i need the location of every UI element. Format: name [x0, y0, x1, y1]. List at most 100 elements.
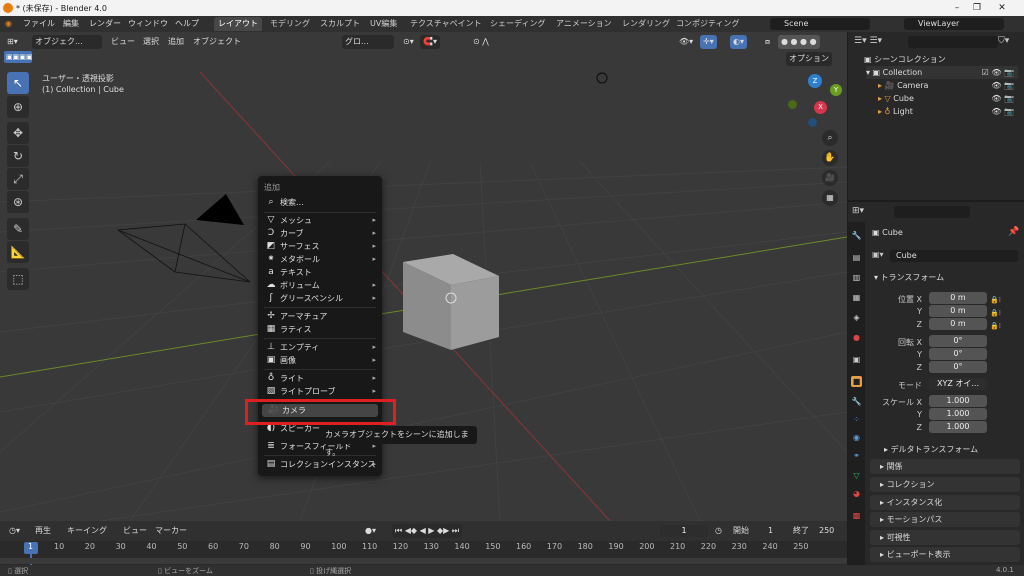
rotation-x-field[interactable]: 0° — [929, 335, 987, 347]
scene-selector[interactable]: Scene — [770, 18, 870, 30]
workspace-tab-rendering[interactable]: レンダリング — [618, 17, 674, 31]
move-tool-icon[interactable]: ✥ — [7, 122, 29, 144]
add-menu-item-volume[interactable]: ☁ ボリューム ▸ — [260, 279, 380, 292]
workspace-tab-texture-paint[interactable]: テクスチャペイント — [406, 17, 486, 31]
panel-instancing[interactable]: ▸ インスタンス化 — [870, 495, 1020, 510]
outliner-row-collection[interactable]: ▾ ▣ Collection ☑ 👁 📷 — [866, 66, 1018, 79]
visibility-icons[interactable]: 👁 📷 — [991, 92, 1014, 105]
render-tab-icon[interactable]: ▤ — [851, 252, 862, 263]
add-menu-item-search[interactable]: ⌕ 検索... — [260, 196, 380, 209]
add-menu-item-armature[interactable]: ✢ アーマチュア — [260, 310, 380, 323]
panel-motion-paths[interactable]: ▸ モーションパス — [870, 512, 1020, 527]
clock-icon[interactable]: ◷ — [712, 524, 725, 538]
output-tab-icon[interactable]: ▥ — [851, 272, 862, 283]
transform-panel-header[interactable]: ▾ トランスフォーム — [874, 272, 944, 283]
scale-y-field[interactable]: 1.000 — [929, 408, 987, 420]
object-data-icon[interactable]: ▣▾ — [872, 250, 884, 259]
menu-playback[interactable]: 再生 — [32, 524, 54, 538]
constraints-tab-icon[interactable]: ⚭ — [851, 450, 862, 461]
add-menu-item-image[interactable]: ▣ 画像 ▸ — [260, 354, 380, 367]
visibility-icons[interactable]: 👁 📷 — [991, 105, 1014, 118]
visibility-icon[interactable]: 👁▾ — [676, 35, 696, 49]
gizmo-y-axis[interactable]: Y — [830, 84, 842, 96]
tool-tab-icon[interactable]: 🔧 — [851, 230, 862, 241]
menu-view[interactable]: ビュー — [108, 35, 138, 49]
panel-visibility[interactable]: ▸ 可視性 — [870, 530, 1020, 545]
transform-tool-icon[interactable]: ⊛ — [7, 191, 29, 213]
visibility-icons[interactable]: ☑ 👁 📷 — [982, 66, 1014, 79]
scale-z-field[interactable]: 1.000 — [929, 421, 987, 433]
workspace-tab-uv[interactable]: UV編集 — [366, 17, 401, 31]
gizmo-neg-z[interactable] — [808, 118, 817, 127]
playback-controls[interactable]: ⏮ ◀◆ ◀ ▶ ◆▶ ⏭ — [392, 524, 463, 538]
timeline-scrollbar[interactable] — [0, 558, 847, 564]
scale-x-field[interactable]: 1.000 — [929, 395, 987, 407]
outliner-row-camera[interactable]: ▸ 🎥 Camera 👁 📷 — [878, 79, 1018, 92]
data-tab-icon[interactable]: ▽ — [851, 470, 862, 481]
select-box-tool-icon[interactable]: ↖ — [7, 72, 29, 94]
menu-keying[interactable]: キーイング — [64, 524, 110, 538]
menu-object[interactable]: オブジェクト — [190, 35, 244, 49]
menu-file[interactable]: ファイル — [20, 18, 58, 30]
blender-menu-icon[interactable]: ◉ — [2, 18, 15, 30]
editor-type-icon[interactable]: ⊞▾ — [4, 35, 21, 49]
outliner-scene-collection[interactable]: ▣ シーンコレクション — [864, 53, 946, 66]
mode-dropdown[interactable]: オブジェク... — [32, 35, 102, 49]
outliner-row-light[interactable]: ▸ ♁ Light 👁 📷 — [878, 105, 1018, 118]
outliner-row-cube[interactable]: ▸ ▽ Cube 👁 📷 — [878, 92, 1018, 105]
perspective-toggle-icon[interactable]: ▦ — [822, 190, 838, 206]
world-tab-icon[interactable]: ● — [851, 332, 862, 343]
gizmo-x-axis[interactable]: X — [814, 101, 827, 114]
add-menu-item-grease-pencil[interactable]: ʃ グリースペンシル ▸ — [260, 292, 380, 305]
gizmo-z-axis[interactable]: Z — [808, 74, 822, 88]
pan-hand-icon[interactable]: ✋ — [822, 150, 838, 166]
menu-select[interactable]: 選択 — [140, 35, 162, 49]
rotation-z-field[interactable]: 0° — [929, 361, 987, 373]
texture-tab-icon[interactable]: ▩ — [851, 510, 862, 521]
cube-right[interactable] — [451, 276, 499, 350]
add-menu-item-lattice[interactable]: ▦ ラティス — [260, 323, 380, 336]
rotation-y-field[interactable]: 0° — [929, 348, 987, 360]
material-tab-icon[interactable]: ◕ — [851, 488, 862, 499]
snap-icon[interactable]: 🧲▾ — [420, 35, 440, 49]
minimize-button[interactable]: – — [950, 2, 964, 14]
select-mode-icons[interactable]: ▣▣▣▣ — [4, 51, 32, 63]
menu-edit[interactable]: 編集 — [60, 18, 82, 30]
xray-icon[interactable]: ⧈ — [762, 35, 773, 49]
record-icon[interactable]: ●▾ — [362, 524, 379, 538]
panel-viewport-display[interactable]: ▸ ビューポート表示 — [870, 547, 1020, 562]
visibility-icons[interactable]: 👁 📷 — [991, 79, 1014, 92]
overlay-toggle-icon[interactable]: ◐▾ — [730, 35, 747, 49]
outliner-search-input[interactable] — [908, 36, 998, 48]
timeline-editor-icon[interactable]: ◷▾ — [6, 524, 23, 538]
properties-search-input[interactable] — [894, 206, 970, 218]
collection-tab-icon[interactable]: ▣ — [851, 354, 862, 365]
current-frame-field[interactable]: 1 — [660, 525, 708, 537]
pivot-icon[interactable]: ⊙▾ — [400, 35, 417, 49]
filter-icon[interactable]: ⛉▾ — [998, 36, 1009, 46]
menu-help[interactable]: ヘルプ — [172, 18, 202, 30]
gizmo-neg-y[interactable] — [788, 100, 797, 109]
rotation-mode-dropdown[interactable]: XYZ オイ... — [929, 378, 987, 390]
location-z-field[interactable]: 0 m — [929, 318, 987, 330]
cursor-tool-icon[interactable]: ⊕ — [7, 96, 29, 118]
location-x-field[interactable]: 0 m — [929, 292, 987, 304]
add-menu-item-mesh[interactable]: ▽ メッシュ ▸ — [260, 214, 380, 227]
end-frame-field[interactable]: 250 — [816, 524, 837, 538]
add-menu-item-curve[interactable]: Ↄ カーブ ▸ — [260, 227, 380, 240]
menu-render[interactable]: レンダー — [86, 18, 124, 30]
workspace-tab-shading[interactable]: シェーディング — [486, 17, 549, 31]
viewlayer-selector[interactable]: ViewLayer — [904, 18, 1004, 30]
options-dropdown[interactable]: オプション — [786, 52, 832, 66]
panel-relations[interactable]: ▸ 関係 — [870, 459, 1020, 474]
workspace-tab-sculpt[interactable]: スカルプト — [316, 17, 364, 31]
panel-collections[interactable]: ▸ コレクション — [870, 477, 1020, 492]
physics-tab-icon[interactable]: ◉ — [851, 432, 862, 443]
camera-view-icon[interactable]: 🎥 — [822, 170, 838, 186]
zoom-icon[interactable]: ⌕ — [822, 130, 838, 146]
workspace-tab-layout[interactable]: レイアウト — [214, 17, 262, 31]
light-object[interactable] — [596, 72, 608, 84]
outliner-editor-icon[interactable]: ☰▾ ☰▾ — [854, 36, 882, 46]
menu-marker[interactable]: マーカー — [152, 524, 190, 538]
add-menu-item-light-probe[interactable]: ▧ ライトプローブ ▸ — [260, 385, 380, 398]
